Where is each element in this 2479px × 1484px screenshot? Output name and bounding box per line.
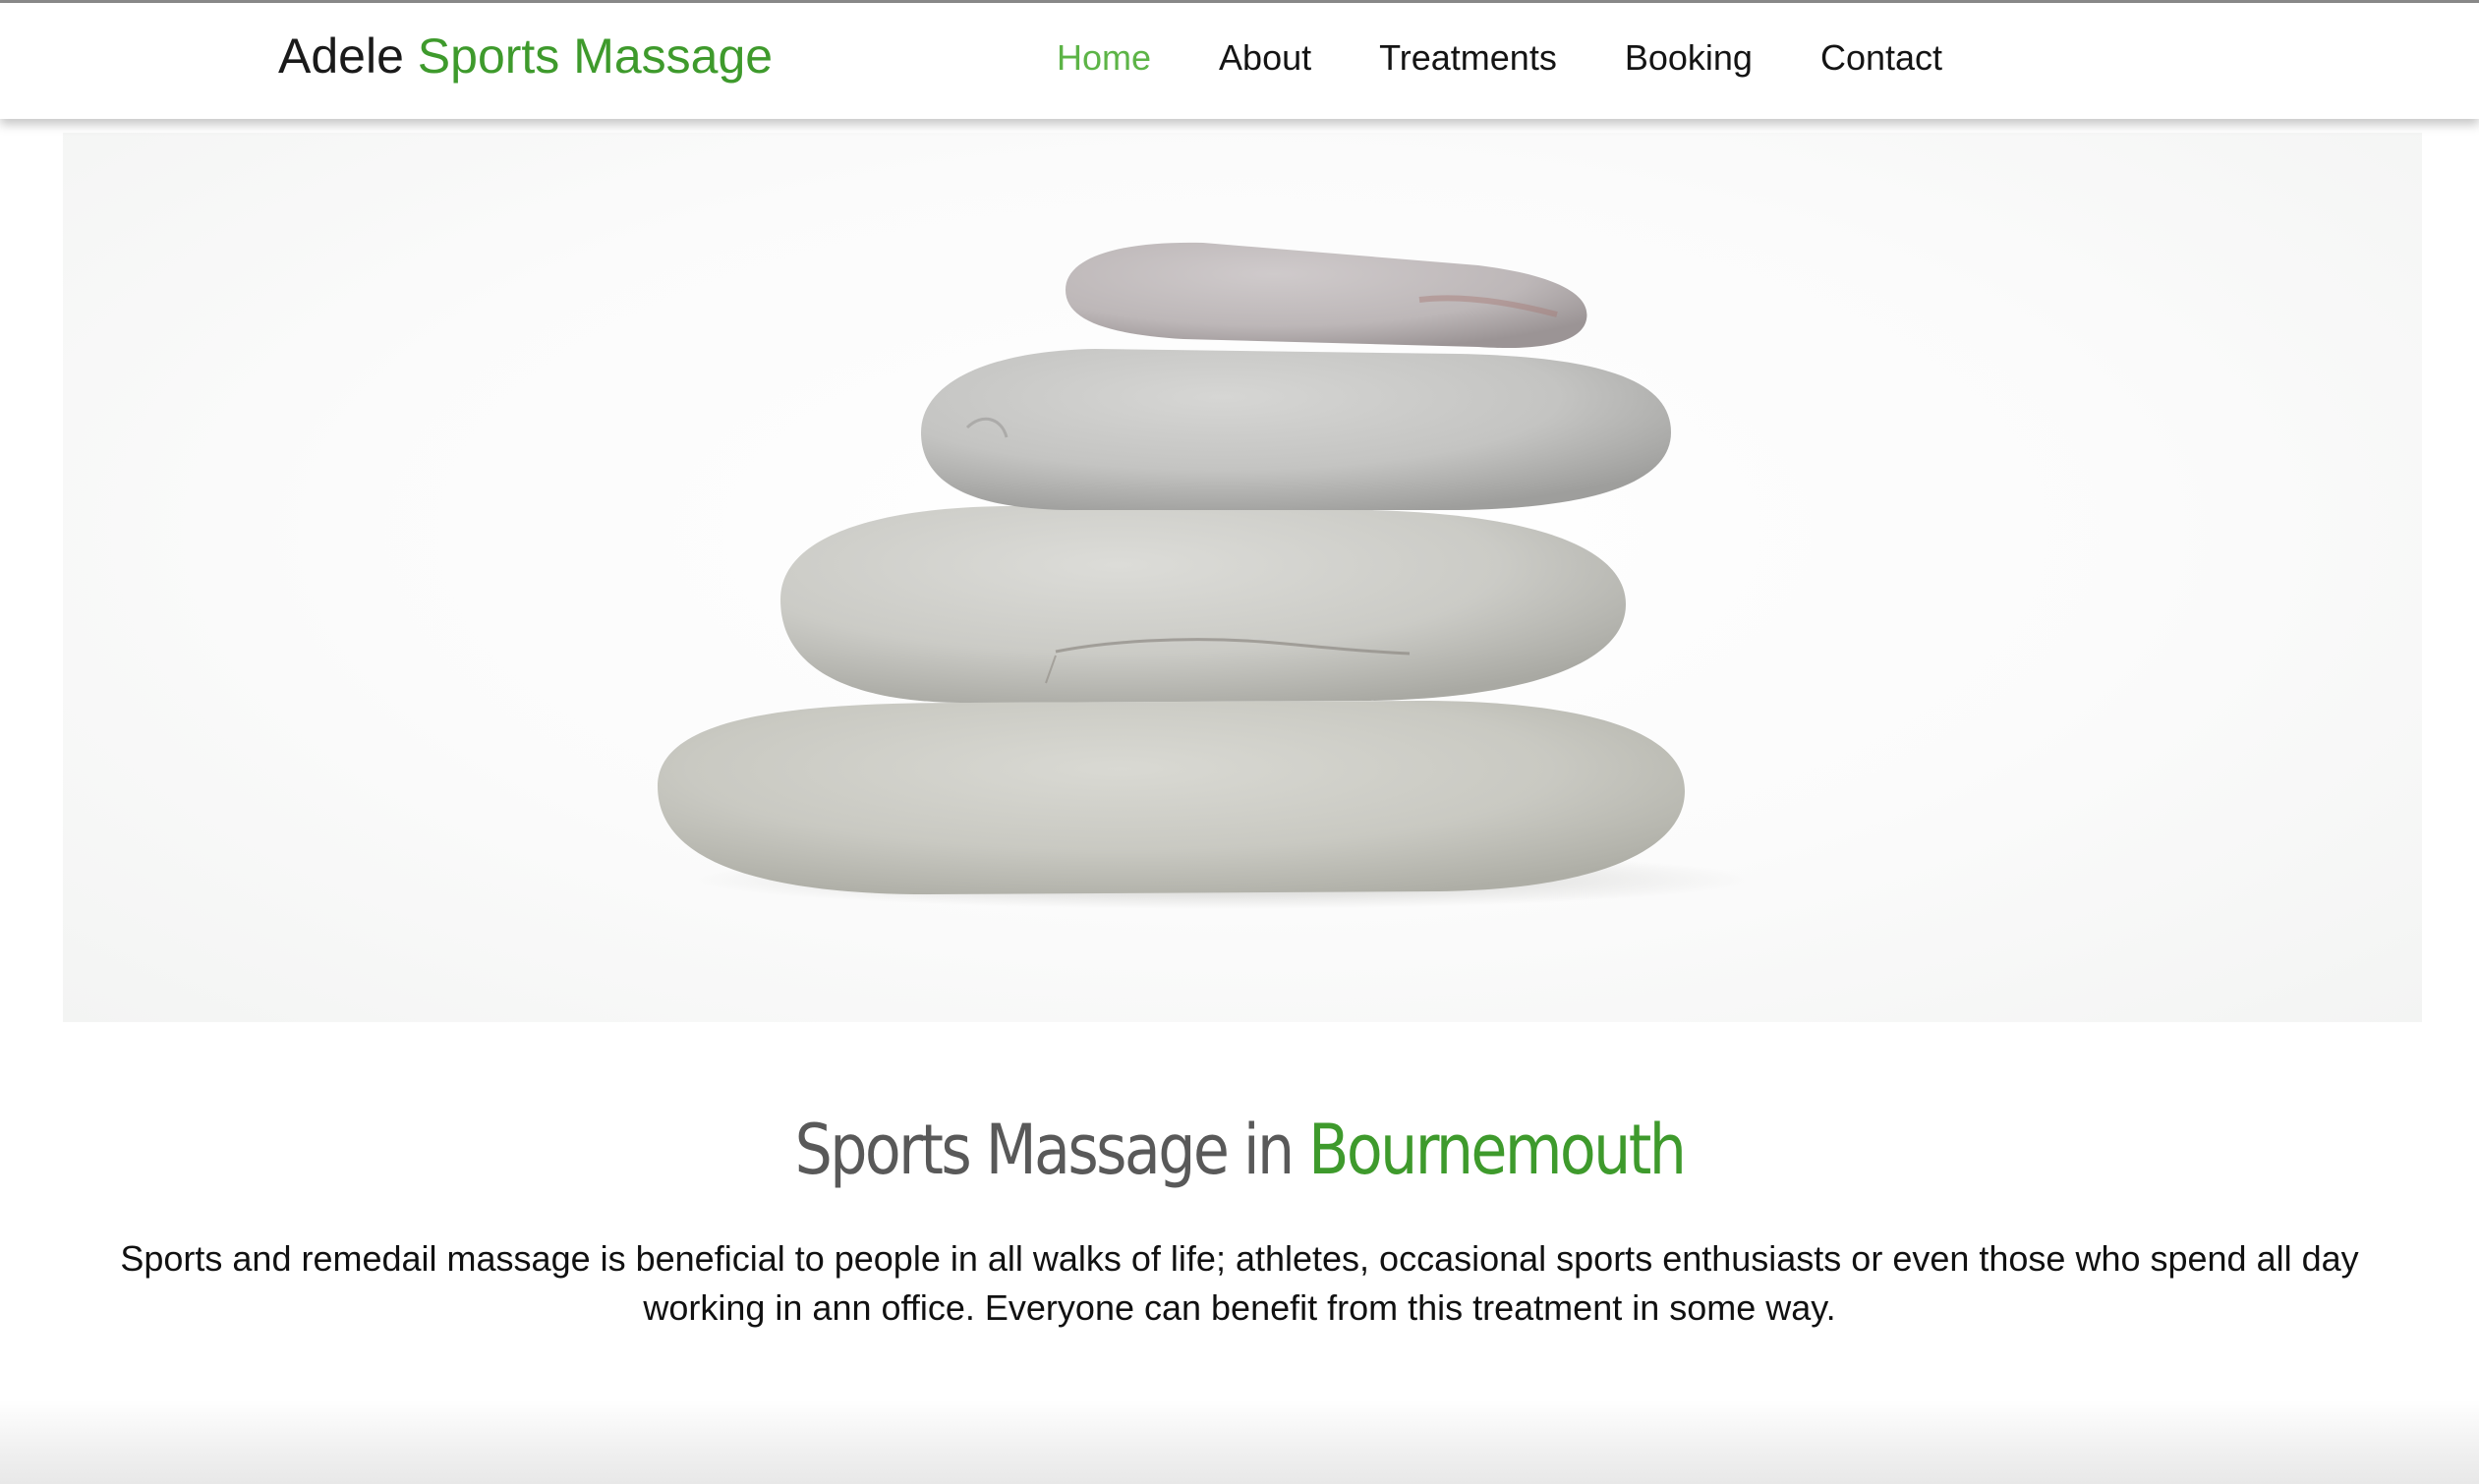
site-header: Adele Sports Massage Home About Treatmen… [0,3,2479,119]
main-nav: Home About Treatments Booking Contact [1057,30,1942,86]
intro-paragraph: Sports and remedail massage is beneficia… [120,1238,2359,1328]
page: Adele Sports Massage Home About Treatmen… [0,0,2479,1484]
stone-second [921,349,1671,510]
nav-treatments[interactable]: Treatments [1379,30,1557,86]
stone-bottom [658,701,1685,894]
stone-third [780,506,1626,703]
hero-image [63,133,2422,1022]
logo-first-word: Adele [278,29,404,84]
headline-main: Sports Massage in [794,1110,1296,1190]
footer-edge [0,1400,2479,1484]
nav-contact[interactable]: Contact [1820,30,1942,86]
logo-accent-words: Sports Massage [417,29,774,84]
page-title: Sports Massage in Bournemouth [174,1101,2306,1199]
nav-booking[interactable]: Booking [1625,30,1753,86]
nav-home[interactable]: Home [1057,30,1151,86]
nav-about[interactable]: About [1219,30,1311,86]
stacked-stones-illustration [658,242,1754,909]
headline-location: Bournemouth [1308,1110,1687,1190]
stone-top [1066,242,1587,349]
site-logo[interactable]: Adele Sports Massage [278,24,773,88]
